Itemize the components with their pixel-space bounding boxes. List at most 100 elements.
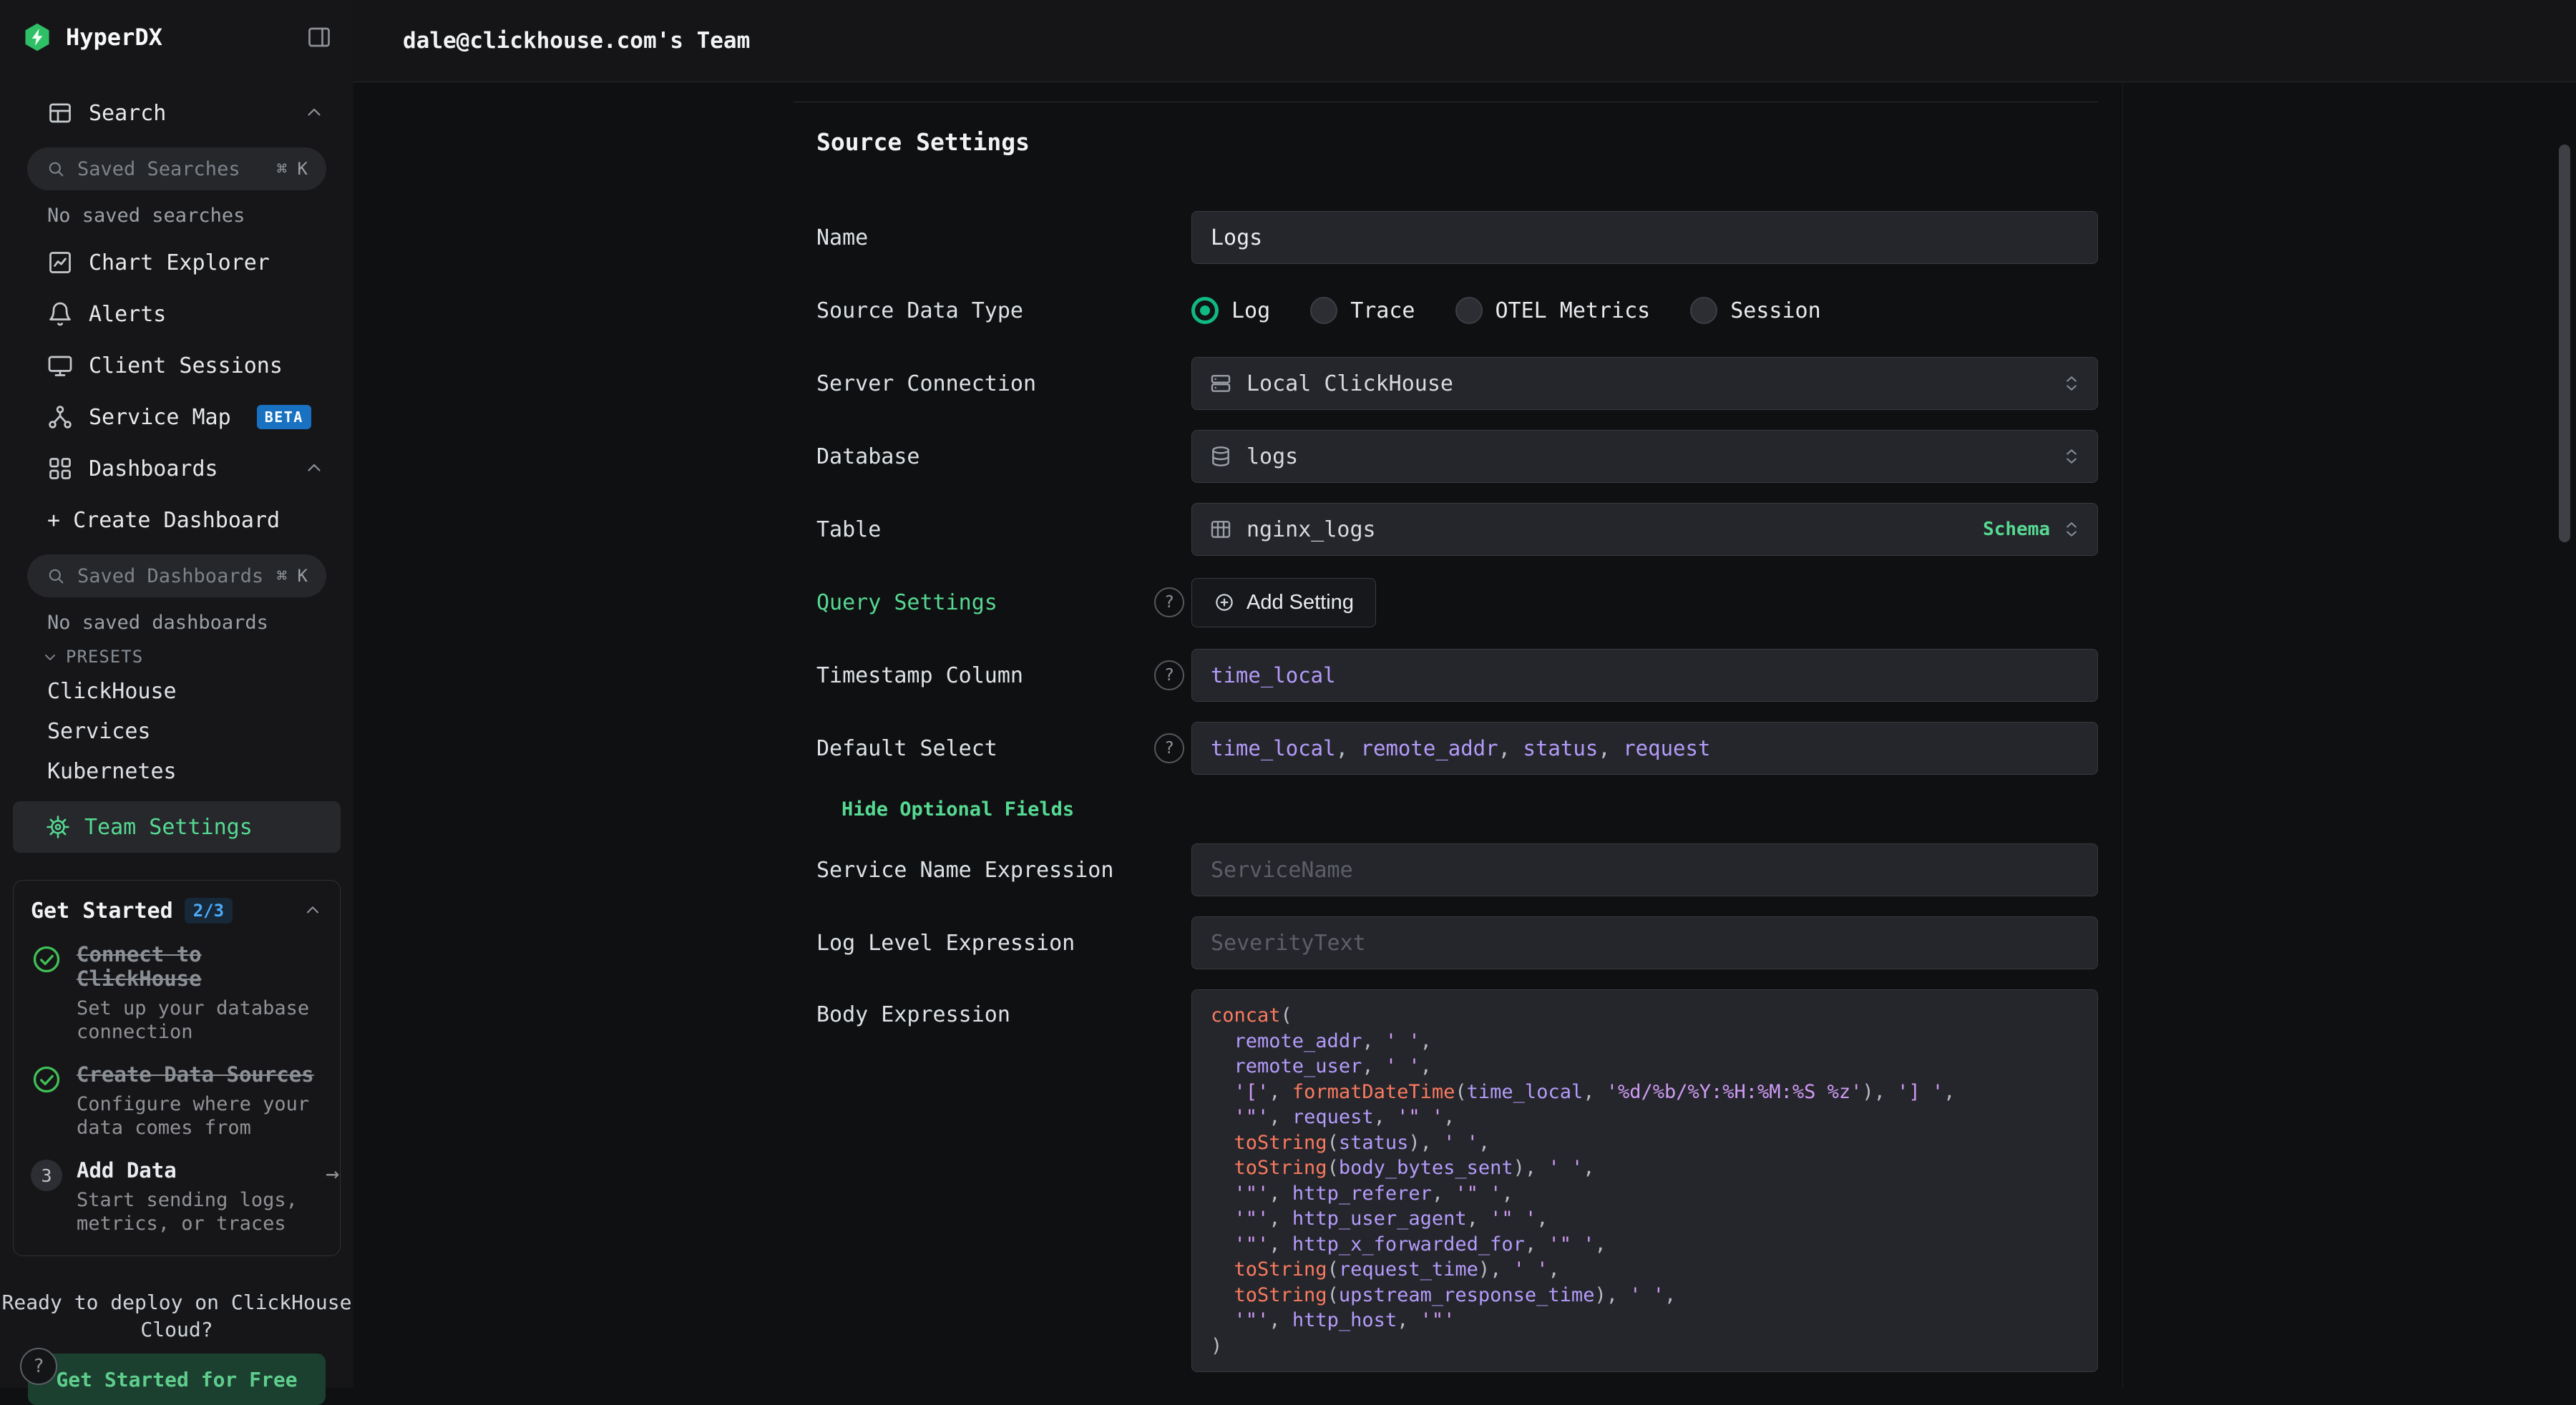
get-started-step-3[interactable]: 3 Add Data Start sending logs, metrics, …	[31, 1158, 323, 1235]
sidebar-item-label: Search	[89, 101, 166, 126]
check-circle-icon	[31, 1062, 64, 1140]
radio-circle-icon[interactable]	[1455, 297, 1483, 324]
radio-circle-icon[interactable]	[1310, 297, 1337, 324]
sidebar-item-client-sessions[interactable]: Client Sessions	[0, 340, 353, 391]
preset-label: ClickHouse	[47, 679, 177, 704]
name-input[interactable]	[1191, 211, 2098, 264]
sidebar-item-search[interactable]: Search	[0, 87, 353, 139]
sidebar-item-dashboards[interactable]: Dashboards	[0, 443, 353, 494]
help-button[interactable]: ?	[20, 1348, 57, 1385]
sidebar-item-label: Service Map	[89, 405, 231, 430]
main-content: Source Settings Name Source Data Type Lo…	[353, 82, 2576, 1388]
get-started-header[interactable]: Get Started 2/3	[31, 898, 323, 924]
monitor-icon	[47, 353, 73, 378]
source-data-type-radio-group: Log Trace OTEL Metrics Session	[1191, 297, 2098, 324]
sidebar-item-label: Chart Explorer	[89, 250, 270, 275]
help-icon[interactable]: ?	[1154, 660, 1184, 690]
hyperdx-logo-icon	[21, 21, 53, 53]
saved-dashboards-input[interactable]: Saved Dashboards ⌘ K	[27, 554, 326, 597]
gear-icon	[46, 815, 70, 839]
saved-dashboards-placeholder: Saved Dashboards	[77, 565, 265, 587]
log-level-expression-input[interactable]	[1191, 916, 2098, 969]
sidebar-item-clickhouse[interactable]: ClickHouse	[0, 671, 353, 711]
get-started-title: Get Started	[31, 899, 173, 924]
server-connection-select[interactable]: Local ClickHouse	[1191, 357, 2098, 410]
select-chevrons-icon	[2062, 518, 2082, 541]
presets-label: PRESETS	[66, 647, 143, 667]
default-select-row: Default Select ? time_local, remote_addr…	[794, 722, 2098, 775]
radio-label: OTEL Metrics	[1496, 298, 1651, 323]
sidebar-header: HyperDX	[0, 0, 353, 74]
step-title: Add Data	[77, 1158, 177, 1183]
get-started-step-1[interactable]: Connect to ClickHouse Set up your databa…	[31, 942, 323, 1044]
scrollbar-thumb[interactable]	[2559, 145, 2570, 542]
table-select[interactable]: nginx_logs Schema	[1191, 503, 2098, 556]
timestamp-column-input[interactable]: time_local	[1191, 649, 2098, 702]
sidebar-item-label: Client Sessions	[89, 353, 283, 378]
sidebar-item-label: Alerts	[89, 302, 166, 327]
help-icon[interactable]: ?	[1154, 587, 1184, 617]
saved-searches-placeholder: Saved Searches	[77, 158, 265, 180]
sidebar-item-chart-explorer[interactable]: Chart Explorer	[0, 237, 353, 288]
log-level-expression-row: Log Level Expression	[794, 916, 2098, 969]
default-select-label: Default Select	[816, 736, 997, 761]
saved-searches-input[interactable]: Saved Searches ⌘ K	[27, 147, 326, 190]
sidebar: HyperDX Search Saved Searches ⌘ K No sav…	[0, 0, 354, 1388]
no-saved-dashboards-text: No saved dashboards	[47, 612, 353, 634]
service-map-icon	[47, 404, 73, 430]
step-description: Start sending logs, metrics, or traces	[77, 1188, 313, 1235]
get-started-progress-badge: 2/3	[185, 898, 233, 924]
get-started-free-button[interactable]: Get Started for Free	[28, 1353, 326, 1405]
service-name-expression-input[interactable]	[1191, 843, 2098, 896]
select-chevrons-icon	[2062, 372, 2082, 395]
radio-log[interactable]: Log	[1191, 297, 1270, 324]
server-connection-label: Server Connection	[816, 371, 1036, 396]
topbar: dale@clickhouse.com's Team	[353, 0, 2576, 82]
schema-link[interactable]: Schema	[1983, 519, 2050, 540]
chevron-up-icon[interactable]	[303, 458, 325, 479]
radio-label: Session	[1730, 298, 1820, 323]
radio-circle-icon[interactable]	[1191, 297, 1219, 324]
preset-label: Kubernetes	[47, 759, 177, 784]
sidebar-item-create-dashboard[interactable]: + Create Dashboard	[0, 494, 353, 546]
search-icon	[46, 566, 66, 586]
query-settings-row: Query Settings ? Add Setting	[794, 576, 2098, 629]
bell-icon	[47, 301, 73, 327]
sidebar-item-kubernetes[interactable]: Kubernetes	[0, 751, 353, 791]
server-connection-row: Server Connection Local ClickHouse	[794, 357, 2098, 410]
radio-circle-icon[interactable]	[1690, 297, 1717, 324]
sidebar-item-alerts[interactable]: Alerts	[0, 288, 353, 340]
add-setting-button[interactable]: Add Setting	[1191, 578, 1376, 627]
server-icon	[1209, 372, 1232, 395]
source-data-type-label: Source Data Type	[816, 298, 1023, 323]
timestamp-column-label: Timestamp Column	[816, 663, 1023, 688]
app-logo[interactable]: HyperDX	[21, 21, 162, 53]
body-expression-editor[interactable]: concat( remote_addr, ' ', remote_user, '…	[1191, 989, 2098, 1372]
log-level-expression-label: Log Level Expression	[816, 931, 1075, 956]
arrow-right-icon[interactable]: →	[326, 1158, 339, 1235]
collapse-sidebar-icon[interactable]	[306, 24, 332, 50]
table-value: nginx_logs	[1246, 517, 1376, 542]
get-started-step-2[interactable]: Create Data Sources Configure where your…	[31, 1062, 323, 1140]
table-label: Table	[816, 517, 881, 542]
radio-trace[interactable]: Trace	[1310, 297, 1415, 324]
default-select-input[interactable]: time_local, remote_addr, status, request	[1191, 722, 2098, 775]
body-expression-label: Body Expression	[816, 1002, 1010, 1027]
sidebar-item-team-settings[interactable]: Team Settings	[13, 801, 341, 853]
team-title: dale@clickhouse.com's Team	[403, 28, 750, 54]
presets-toggle[interactable]: PRESETS	[42, 647, 353, 667]
saved-searches-shortcut: ⌘ K	[277, 159, 308, 179]
chevron-up-icon[interactable]	[303, 102, 325, 124]
radio-label: Log	[1231, 298, 1270, 323]
sidebar-item-label: Dashboards	[89, 456, 218, 481]
database-select[interactable]: logs	[1191, 430, 2098, 483]
hide-optional-fields-link[interactable]: Hide Optional Fields	[841, 798, 1074, 821]
sidebar-item-services[interactable]: Services	[0, 711, 353, 751]
radio-session[interactable]: Session	[1690, 297, 1820, 324]
help-icon[interactable]: ?	[1154, 733, 1184, 763]
radio-otel-metrics[interactable]: OTEL Metrics	[1455, 297, 1651, 324]
chevron-up-icon[interactable]	[303, 901, 323, 921]
sidebar-item-service-map[interactable]: Service Map BETA	[0, 391, 353, 443]
server-connection-value: Local ClickHouse	[1246, 371, 1453, 396]
source-data-type-row: Source Data Type Log Trace OTEL Metrics Ses…	[794, 284, 2098, 337]
